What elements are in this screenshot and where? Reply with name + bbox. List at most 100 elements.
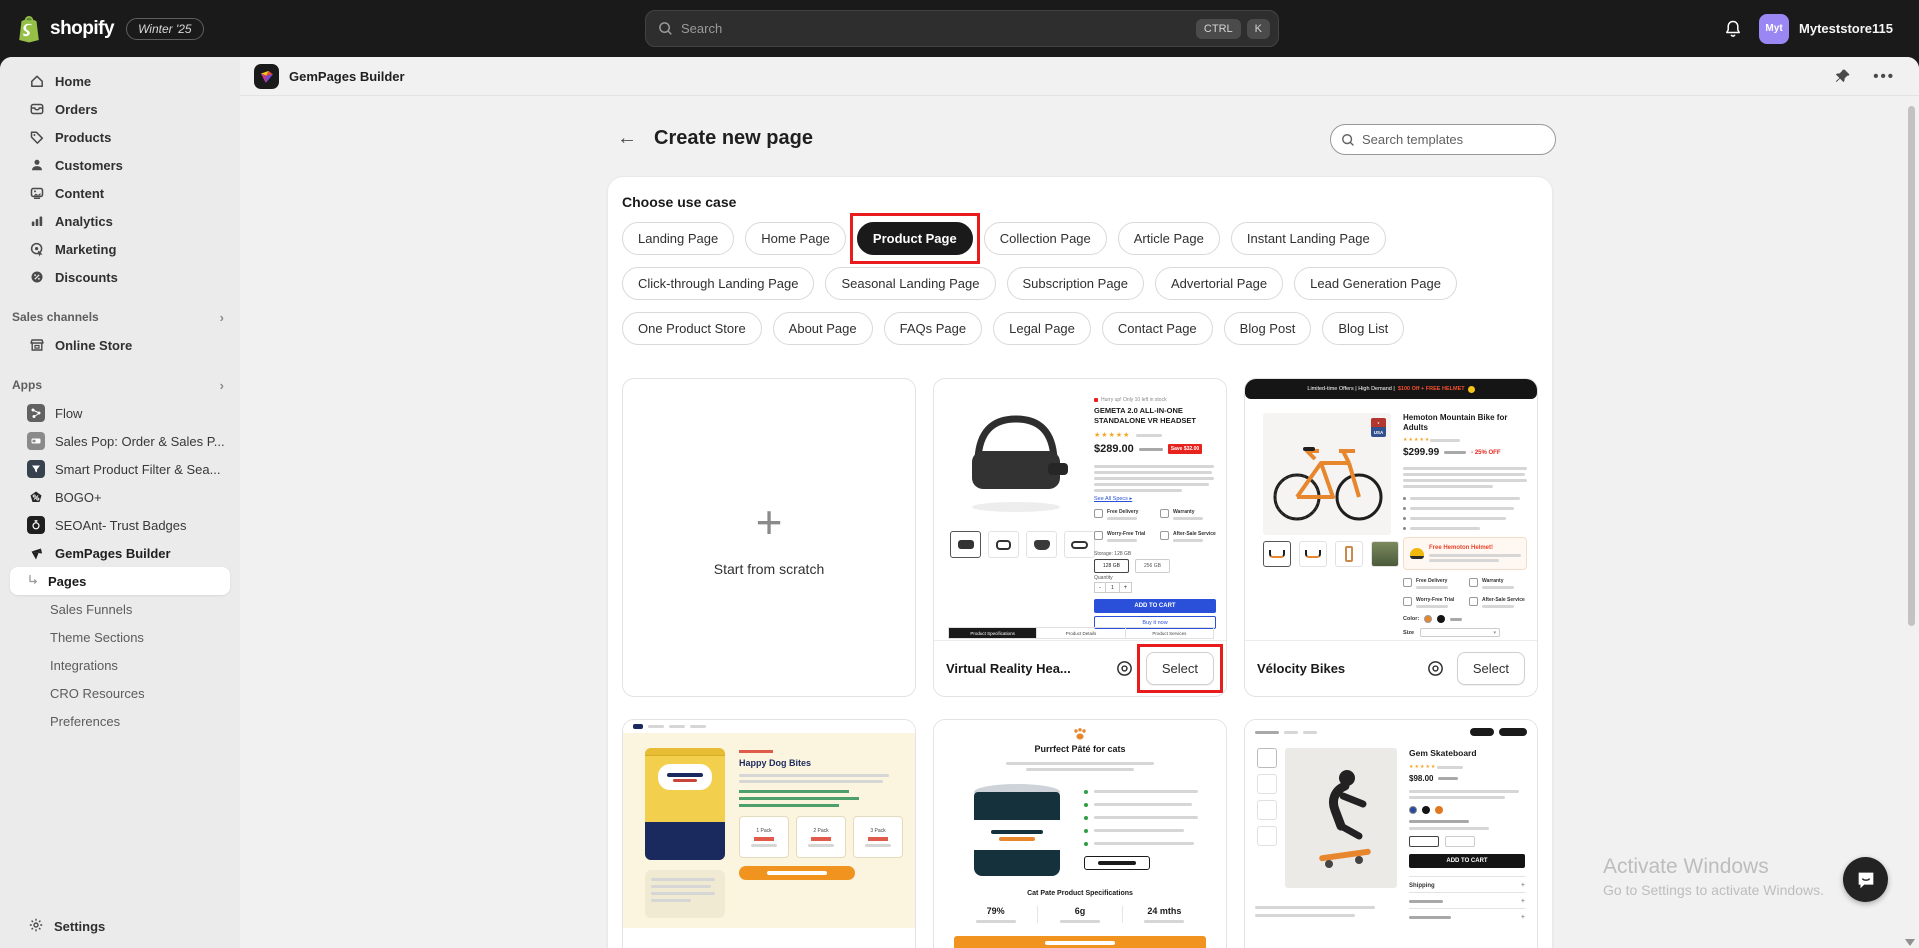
cat-stats-row: 79% 6g 24 mths bbox=[954, 906, 1206, 923]
sales-channels-header[interactable]: Sales channels › bbox=[0, 303, 240, 331]
bike-promo-banner: Limited-time Offers | High Demand | $100… bbox=[1245, 379, 1537, 399]
notification-bell-icon[interactable] bbox=[1723, 19, 1743, 39]
sidebar-app-gempages[interactable]: GemPages Builder bbox=[0, 539, 240, 567]
sidebar: Home Orders Products Customers Content A… bbox=[0, 57, 240, 948]
sidebar-app-bogo[interactable]: BOGO+ bbox=[0, 483, 240, 511]
dog-food-pouch-image bbox=[645, 748, 725, 860]
preview-eye-icon[interactable] bbox=[1426, 659, 1445, 678]
sidebar-app-sales-pop[interactable]: Sales Pop: Order & Sales P... bbox=[0, 427, 240, 455]
use-case-about-page[interactable]: About Page bbox=[773, 312, 873, 345]
sidebar-item-theme-sections[interactable]: Theme Sections bbox=[0, 623, 240, 651]
use-case-home-page[interactable]: Home Page bbox=[745, 222, 846, 255]
sidebar-item-marketing[interactable]: Marketing bbox=[0, 235, 240, 263]
vr-headset-image bbox=[948, 407, 1083, 517]
pin-icon[interactable] bbox=[1834, 68, 1851, 85]
back-button[interactable]: ← bbox=[614, 125, 640, 151]
sidebar-item-analytics[interactable]: Analytics bbox=[0, 207, 240, 235]
sidebar-item-integrations[interactable]: Integrations bbox=[0, 651, 240, 679]
filter-app-icon bbox=[27, 460, 45, 478]
use-case-one-product-store[interactable]: One Product Store bbox=[622, 312, 762, 345]
storefront-icon bbox=[28, 337, 45, 353]
template-search-input[interactable] bbox=[1362, 132, 1545, 147]
store-name[interactable]: Myteststore115 bbox=[1799, 21, 1893, 36]
sidebar-item-products[interactable]: Products bbox=[0, 123, 240, 151]
bike-main-image: ★ USA bbox=[1263, 413, 1391, 535]
use-case-product-page[interactable]: Product Page bbox=[857, 222, 973, 255]
template-card-dog: Happy Dog Bites 1 Pack 2 Pack bbox=[622, 719, 916, 948]
apps-header[interactable]: Apps › bbox=[0, 371, 240, 399]
template-search[interactable] bbox=[1330, 124, 1556, 155]
skate-mini-nav bbox=[1255, 726, 1527, 738]
use-case-clickthrough-landing-page[interactable]: Click-through Landing Page bbox=[622, 267, 814, 300]
use-case-collection-page[interactable]: Collection Page bbox=[984, 222, 1107, 255]
template-card-cat: Purrfect Pâté for cats bbox=[933, 719, 1227, 948]
use-case-subscription-page[interactable]: Subscription Page bbox=[1007, 267, 1145, 300]
use-case-blog-list[interactable]: Blog List bbox=[1322, 312, 1404, 345]
bike-stars: ★★★★★ bbox=[1403, 437, 1430, 443]
vr-add-to-cart-button: ADD TO CART bbox=[1094, 599, 1216, 613]
preview-eye-icon[interactable] bbox=[1115, 659, 1134, 678]
global-search-input[interactable] bbox=[681, 21, 1190, 36]
vertical-scrollbar[interactable] bbox=[1908, 106, 1915, 626]
use-case-legal-page[interactable]: Legal Page bbox=[993, 312, 1091, 345]
use-case-blog-post[interactable]: Blog Post bbox=[1224, 312, 1312, 345]
use-case-seasonal-landing-page[interactable]: Seasonal Landing Page bbox=[825, 267, 995, 300]
skate-main-image bbox=[1285, 748, 1397, 888]
template-thumbnail-dog[interactable]: Happy Dog Bites 1 Pack 2 Pack bbox=[623, 720, 915, 948]
skate-price-row: $98.00 bbox=[1409, 774, 1458, 783]
use-case-faqs-page[interactable]: FAQs Page bbox=[884, 312, 982, 345]
sidebar-item-discounts[interactable]: Discounts bbox=[0, 263, 240, 291]
sidebar-app-seoant[interactable]: SEOAnt- Trust Badges bbox=[0, 511, 240, 539]
sidebar-item-home[interactable]: Home bbox=[0, 67, 240, 95]
vr-storage-label: Storage: 128 GB bbox=[1094, 551, 1131, 557]
use-case-lead-generation-page[interactable]: Lead Generation Page bbox=[1294, 267, 1457, 300]
emoji-icon bbox=[1468, 386, 1475, 393]
vr-stars: ★★★★★ bbox=[1094, 431, 1130, 439]
template-thumbnail-bike[interactable]: Limited-time Offers | High Demand | $100… bbox=[1245, 379, 1537, 641]
global-search[interactable]: CTRL K bbox=[645, 10, 1279, 47]
store-avatar[interactable]: Myt bbox=[1759, 14, 1789, 44]
scratch-label: Start from scratch bbox=[714, 561, 824, 577]
template-thumbnail-skate[interactable]: Gem Skateboard ★★★★★ $98.00 bbox=[1245, 720, 1537, 948]
vr-stock-note: Hurry up! Only 10 left in stock bbox=[1094, 397, 1167, 403]
use-case-instant-landing-page[interactable]: Instant Landing Page bbox=[1231, 222, 1386, 255]
select-button-vr[interactable]: Select bbox=[1146, 652, 1214, 685]
sidebar-app-flow[interactable]: Flow bbox=[0, 399, 240, 427]
skate-stars: ★★★★★ bbox=[1409, 764, 1436, 770]
version-badge: Winter '25 bbox=[126, 18, 204, 40]
chat-launcher-button[interactable] bbox=[1843, 857, 1888, 902]
k-keycap: K bbox=[1247, 19, 1270, 39]
sidebar-item-orders[interactable]: Orders bbox=[0, 95, 240, 123]
use-case-contact-page[interactable]: Contact Page bbox=[1102, 312, 1213, 345]
vr-tabs-bar: Product Specifications Product Details P… bbox=[948, 627, 1214, 639]
template-thumbnail-cat[interactable]: Purrfect Pâté for cats bbox=[934, 720, 1226, 948]
sidebar-item-cro-resources[interactable]: CRO Resources bbox=[0, 679, 240, 707]
vr-quantity-label: Quantity bbox=[1094, 575, 1113, 581]
shopify-logo[interactable]: shopify bbox=[16, 15, 114, 43]
template-card-vr: Hurry up! Only 10 left in stock GEMETA 2… bbox=[933, 378, 1227, 697]
sidebar-item-pages[interactable]: Pages bbox=[10, 567, 230, 595]
sidebar-app-smart-filter[interactable]: Smart Product Filter & Sea... bbox=[0, 455, 240, 483]
select-button-bike[interactable]: Select bbox=[1457, 652, 1525, 685]
skate-thumbs-column bbox=[1257, 748, 1277, 846]
start-from-scratch-card[interactable]: + Start from scratch bbox=[622, 378, 916, 697]
template-thumbnail-vr[interactable]: Hurry up! Only 10 left in stock GEMETA 2… bbox=[934, 379, 1226, 641]
use-case-advertorial-page[interactable]: Advertorial Page bbox=[1155, 267, 1283, 300]
scrollbar-down-arrow[interactable] bbox=[1905, 939, 1915, 946]
use-case-article-page[interactable]: Article Page bbox=[1118, 222, 1220, 255]
sidebar-item-settings[interactable]: Settings bbox=[0, 912, 240, 940]
search-icon bbox=[658, 21, 673, 36]
sidebar-item-content[interactable]: Content bbox=[0, 179, 240, 207]
sidebar-item-online-store[interactable]: Online Store bbox=[0, 331, 240, 359]
skate-accordion-row: + bbox=[1409, 892, 1525, 905]
template-card-bike: Limited-time Offers | High Demand | $100… bbox=[1244, 378, 1538, 697]
use-case-landing-page[interactable]: Landing Page bbox=[622, 222, 734, 255]
sidebar-item-preferences[interactable]: Preferences bbox=[0, 707, 240, 735]
cat-specs-heading: Cat Pate Product Specifications bbox=[934, 890, 1226, 897]
sidebar-item-sales-funnels[interactable]: Sales Funnels bbox=[0, 595, 240, 623]
more-options-icon[interactable]: ••• bbox=[1873, 68, 1895, 85]
template-title-vr: Virtual Reality Hea... bbox=[946, 661, 1103, 676]
template-grid: + Start from scratch bbox=[622, 378, 1538, 948]
skate-caption-lines bbox=[1255, 906, 1375, 917]
sidebar-item-customers[interactable]: Customers bbox=[0, 151, 240, 179]
